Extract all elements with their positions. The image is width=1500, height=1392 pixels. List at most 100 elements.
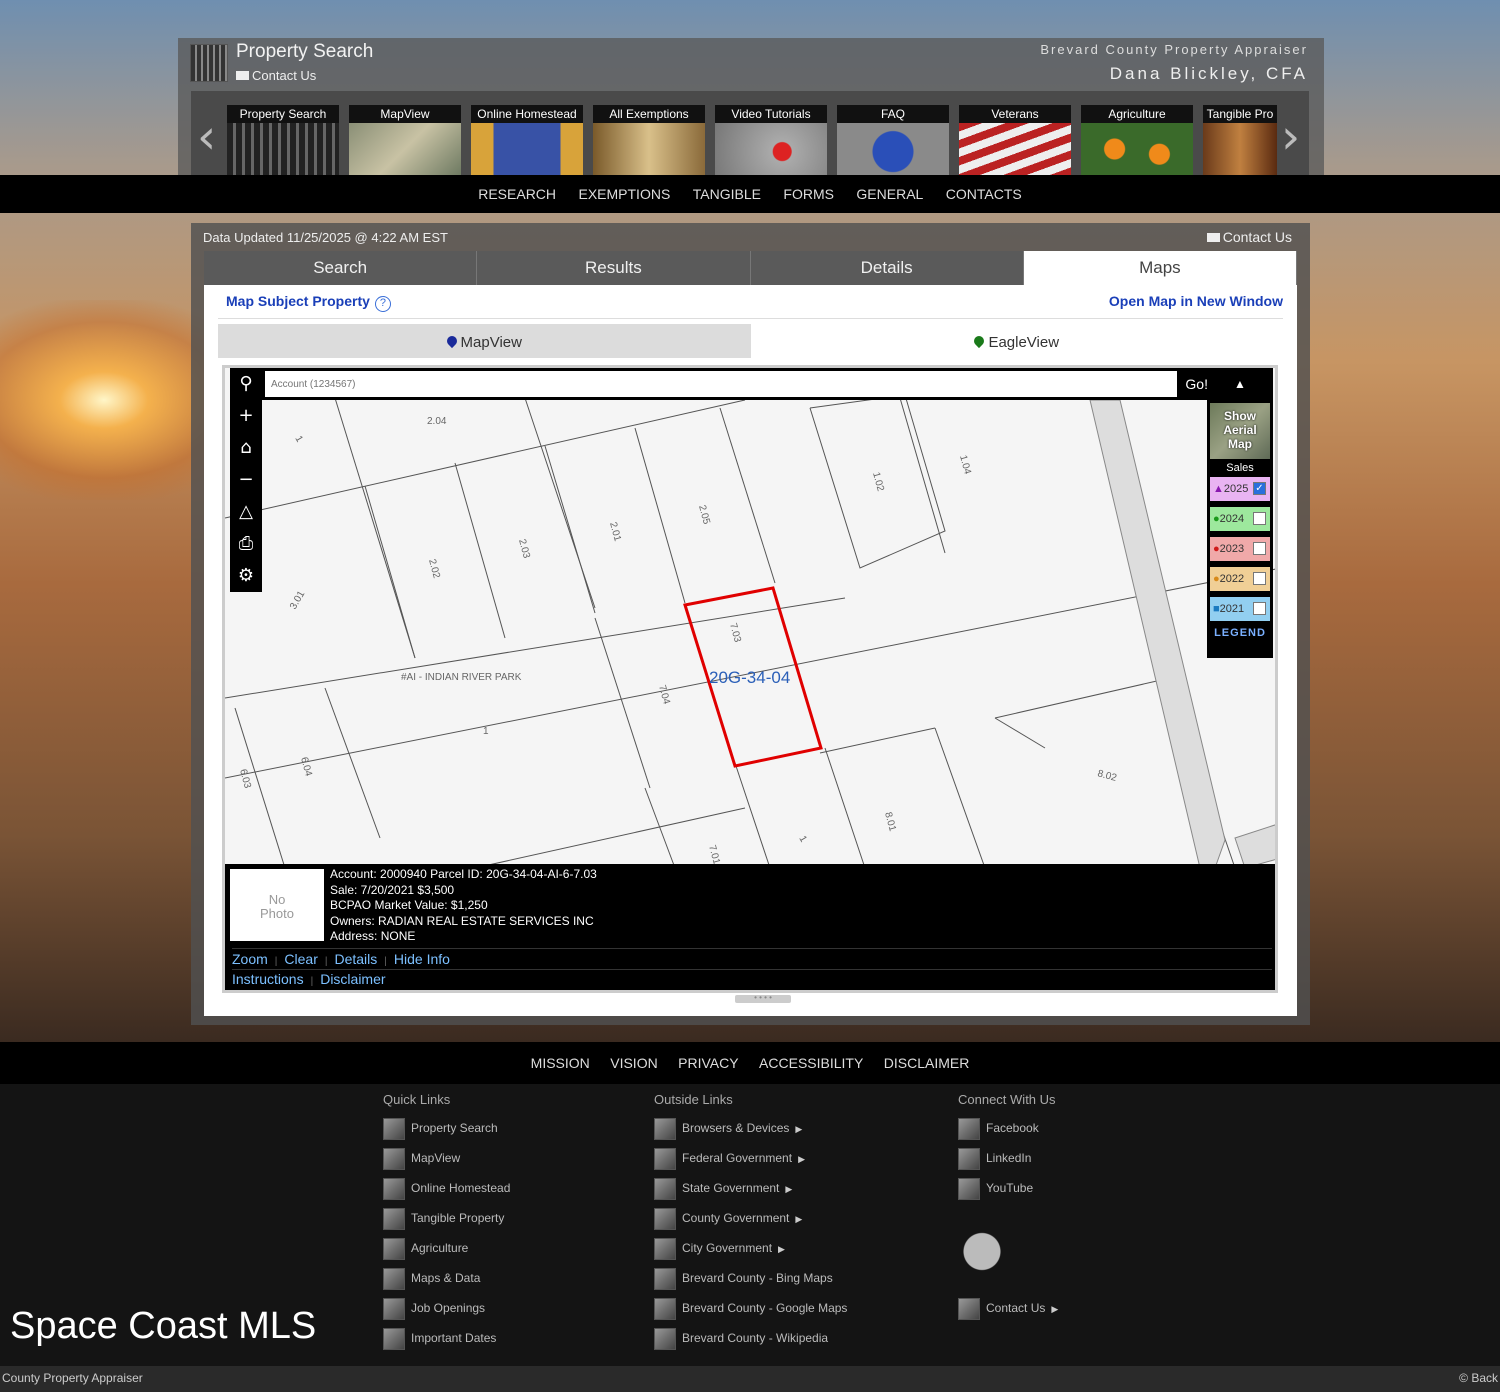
gear-icon[interactable]: ⚙ <box>230 560 262 592</box>
zoom-out-icon[interactable]: − <box>230 464 262 496</box>
nav-contacts[interactable]: CONTACTS <box>946 175 1022 213</box>
county-seal-icon <box>654 1207 676 1230</box>
home-icon[interactable]: ⌂ <box>230 432 262 464</box>
sales-2024-checkbox[interactable] <box>1253 512 1266 525</box>
search-icon[interactable]: ⚲ <box>230 368 262 400</box>
carousel-card-all-exemptions[interactable]: All Exemptions <box>593 105 705 175</box>
sales-year-2021[interactable]: ■2021 <box>1210 597 1270 621</box>
site-title[interactable]: Property Search <box>236 41 373 63</box>
print-icon[interactable]: ⎙ <box>230 528 262 560</box>
carousel-card-faq[interactable]: FAQ <box>837 105 949 175</box>
back-to-top-link[interactable]: © Back <box>1459 1371 1498 1385</box>
clear-link[interactable]: Clear <box>284 951 317 967</box>
carousel-card-tangible-property[interactable]: Tangible Pro <box>1203 105 1277 175</box>
carousel-card-veterans[interactable]: Veterans <box>959 105 1071 175</box>
measure-compass-icon[interactable]: △ <box>230 496 262 528</box>
quick-link-mapview[interactable]: MapView <box>383 1147 510 1177</box>
parcel-info-text: Account: 2000940 Parcel ID: 20G-34-04-AI… <box>330 867 597 945</box>
nav-research[interactable]: RESEARCH <box>478 175 556 213</box>
briefcase-icon <box>383 1297 405 1320</box>
lot-label: 1 <box>292 434 305 445</box>
caret-right-icon: ▶ <box>795 1214 803 1224</box>
outside-link-bing-maps[interactable]: Brevard County - Bing Maps <box>654 1267 847 1297</box>
disclaimer-link[interactable]: Disclaimer <box>320 971 385 987</box>
outside-link-county[interactable]: County Government ▶ <box>654 1207 847 1237</box>
subtab-mapview[interactable]: MapView <box>218 324 751 358</box>
account-search-input[interactable] <box>265 371 1177 397</box>
sales-label: Sales <box>1226 462 1254 474</box>
lot-label: 2.01 <box>607 521 623 543</box>
tab-results[interactable]: Results <box>477 251 751 285</box>
nav-forms[interactable]: FORMS <box>783 175 834 213</box>
tab-maps[interactable]: Maps <box>1023 251 1297 285</box>
quick-link-important-dates[interactable]: Important Dates <box>383 1327 510 1357</box>
go-button[interactable]: Go! <box>1185 371 1208 397</box>
sales-year-2023[interactable]: ●2023 <box>1210 537 1270 561</box>
footer-nav-mission[interactable]: MISSION <box>531 1042 590 1084</box>
connect-contact-us[interactable]: Contact Us ▶ <box>958 1297 1058 1327</box>
outside-link-state[interactable]: State Government ▶ <box>654 1177 847 1207</box>
footer-nav-accessibility[interactable]: ACCESSIBILITY <box>759 1042 863 1084</box>
outside-link-browsers[interactable]: Browsers & Devices ▶ <box>654 1117 847 1147</box>
parcel-map[interactable]: 2.04 1 2.02 2.03 2.01 2.05 1.02 1.04 3.0… <box>222 365 1278 993</box>
lot-label: 1.04 <box>957 454 973 476</box>
quick-link-job-openings[interactable]: Job Openings <box>383 1297 510 1327</box>
connect-linkedin[interactable]: LinkedIn <box>958 1147 1058 1177</box>
nav-exemptions[interactable]: EXEMPTIONS <box>578 175 670 213</box>
carousel-card-agriculture[interactable]: Agriculture <box>1081 105 1193 175</box>
panel-contact-link[interactable]: Contact Us <box>1206 229 1292 245</box>
hide-info-link[interactable]: Hide Info <box>394 951 450 967</box>
header-contact-link[interactable]: Contact Us <box>236 68 316 83</box>
sales-year-2025[interactable]: ▲2025 ✓ <box>1210 477 1270 501</box>
property-panel: Data Updated 11/25/2025 @ 4:22 AM EST Co… <box>191 223 1310 1025</box>
quick-link-maps-data[interactable]: Maps & Data <box>383 1267 510 1297</box>
mls-watermark: Space Coast MLS <box>10 1305 317 1347</box>
connect-facebook[interactable]: Facebook <box>958 1117 1058 1147</box>
details-link[interactable]: Details <box>334 951 377 967</box>
quick-link-property-search[interactable]: Property Search <box>383 1117 510 1147</box>
open-map-new-window-link[interactable]: Open Map in New Window <box>1109 293 1283 309</box>
carousel-card-online-homestead[interactable]: Online Homestead <box>471 105 583 175</box>
quick-link-online-homestead[interactable]: Online Homestead <box>383 1177 510 1207</box>
carousel-card-property-search[interactable]: Property Search <box>227 105 339 175</box>
outside-link-google-maps[interactable]: Brevard County - Google Maps <box>654 1297 847 1327</box>
sales-year-2024[interactable]: ●2024 <box>1210 507 1270 531</box>
sales-2021-checkbox[interactable] <box>1253 602 1266 615</box>
quick-link-tangible-property[interactable]: Tangible Property <box>383 1207 510 1237</box>
tab-search[interactable]: Search <box>204 251 478 285</box>
carousel-card-video-tutorials[interactable]: Video Tutorials <box>715 105 827 175</box>
sales-2025-checkbox[interactable]: ✓ <box>1253 482 1266 495</box>
footer-nav-disclaimer[interactable]: DISCLAIMER <box>884 1042 970 1084</box>
zoom-link[interactable]: Zoom <box>232 951 268 967</box>
subtab-eagleview[interactable]: EagleView <box>751 324 1284 358</box>
map-subject-label: Map Subject Property <box>226 293 370 309</box>
carousel-prev-icon[interactable]: ‹ <box>197 109 216 165</box>
footer-nav-vision[interactable]: VISION <box>610 1042 657 1084</box>
footer-nav-privacy[interactable]: PRIVACY <box>678 1042 738 1084</box>
quick-link-agriculture[interactable]: Agriculture <box>383 1237 510 1267</box>
help-icon[interactable]: ? <box>374 296 391 312</box>
carousel-card-mapview[interactable]: MapView <box>349 105 461 175</box>
resize-grip-icon[interactable]: • • • • <box>735 994 791 1003</box>
outside-link-federal[interactable]: Federal Government ▶ <box>654 1147 847 1177</box>
sales-2023-checkbox[interactable] <box>1253 542 1266 555</box>
linkedin-icon <box>958 1147 980 1170</box>
connect-youtube[interactable]: YouTube <box>958 1177 1058 1207</box>
map-subject-property-link[interactable]: Map Subject Property? <box>226 293 391 312</box>
nav-tangible[interactable]: TANGIBLE <box>693 175 761 213</box>
carousel-next-icon[interactable]: › <box>1281 109 1300 165</box>
sales-2022-checkbox[interactable] <box>1253 572 1266 585</box>
parcel-map-canvas[interactable]: 2.04 1 2.02 2.03 2.01 2.05 1.02 1.04 3.0… <box>225 368 1278 868</box>
house-icon <box>383 1177 405 1200</box>
zoom-in-icon[interactable]: + <box>230 400 262 432</box>
legend-button[interactable]: LEGEND <box>1207 627 1273 639</box>
subject-parcel-label[interactable]: 20G-34-04 <box>709 668 790 687</box>
outside-link-wikipedia[interactable]: Brevard County - Wikipedia <box>654 1327 847 1357</box>
show-aerial-map-button[interactable]: Show Aerial Map <box>1210 403 1270 459</box>
instructions-link[interactable]: Instructions <box>232 971 304 987</box>
tab-details[interactable]: Details <box>750 251 1024 285</box>
collapse-up-icon[interactable]: ▲ <box>1207 368 1273 400</box>
sales-year-2022[interactable]: ●2022 <box>1210 567 1270 591</box>
nav-general[interactable]: GENERAL <box>856 175 923 213</box>
outside-link-city[interactable]: City Government ▶ <box>654 1237 847 1267</box>
